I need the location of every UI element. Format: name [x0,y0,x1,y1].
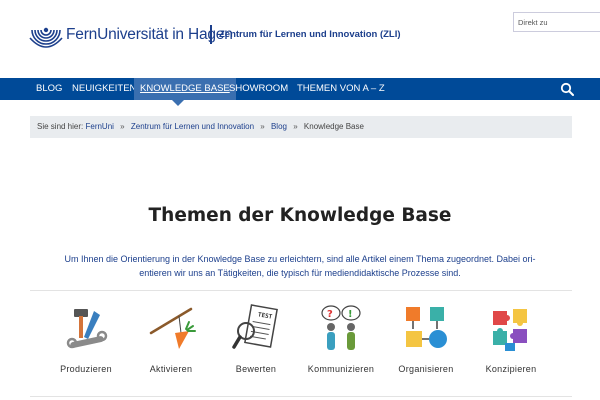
topic-label: Produzieren [60,364,112,374]
intro-text: Um Ihnen die Orientierung in der Knowled… [40,252,560,280]
nav-item-blog[interactable]: Blog [36,78,62,100]
flowchart-icon [406,307,447,348]
site-header: FernUniversität in Hagen Zentrum für Ler… [0,0,600,78]
sub-brand-name[interactable]: Zentrum für Lernen und Innovation (ZLI) [219,29,401,40]
tools-icon [66,309,108,349]
topic-kommunizieren[interactable]: ? ! Kommunizieren [301,303,381,383]
brand-name[interactable]: FernUniversität in Hagen [66,26,233,44]
nav-item-showroom[interactable]: Showroom [229,78,288,100]
topic-label: Kommunizieren [307,364,375,374]
nav-item-themen[interactable]: Themen von A – Z [297,78,385,100]
topic-bewerten[interactable]: TEST Bewerten [216,303,296,383]
svg-text:?: ? [327,309,333,320]
main-navigation: Blog Neuigkeiten Knowledge Base Showroom… [0,78,600,100]
speech-people-icon: ? ! [321,305,361,350]
breadcrumb-link-blog[interactable]: Blog [271,122,287,131]
topic-label: Bewerten [235,364,277,374]
breadcrumb-separator: » [293,122,298,131]
topic-produzieren[interactable]: Produzieren [46,303,126,383]
topic-label: Konzipieren [485,364,537,374]
breadcrumb-separator: » [120,122,125,131]
breadcrumb: Sie sind hier: FernUni » Zentrum für Ler… [30,116,572,138]
breadcrumb-separator: » [260,122,265,131]
intro-line-1: Um Ihnen die Orientierung in der Knowled… [64,254,536,264]
topic-label: Aktivieren [149,364,193,374]
topic-aktivieren[interactable]: Aktivieren [131,303,211,383]
topic-label: Organisieren [398,364,454,374]
svg-text:!: ! [348,309,353,320]
breadcrumb-link-zli[interactable]: Zentrum für Lernen und Innovation [131,122,254,131]
puzzle-icon [493,309,527,351]
nav-item-knowledge-base[interactable]: Knowledge Base [134,78,236,100]
topic-konzipieren[interactable]: Konzipieren [471,303,551,383]
brand-divider [210,25,212,44]
topics-divider-top [30,290,572,291]
page-title: Themen der Knowledge Base [148,205,452,226]
breadcrumb-link-fernuni[interactable]: FernUni [85,122,113,131]
search-icon[interactable] [560,82,574,96]
nav-active-caret [172,100,184,106]
nav-item-neuigkeiten[interactable]: Neuigkeiten [72,78,136,100]
test-paper-icon: TEST [232,304,278,349]
topics-divider-bottom [30,396,572,397]
intro-line-2: entieren wir uns an Tätigkeiten, die typ… [139,268,461,278]
carrot-stick-icon [149,307,196,349]
breadcrumb-current: Knowledge Base [303,122,364,131]
topic-organisieren[interactable]: Organisieren [386,303,466,383]
fernuni-logo-icon[interactable] [28,20,64,56]
breadcrumb-prefix: Sie sind hier: [37,122,84,131]
direct-search-input[interactable]: Direkt zu [513,12,600,32]
